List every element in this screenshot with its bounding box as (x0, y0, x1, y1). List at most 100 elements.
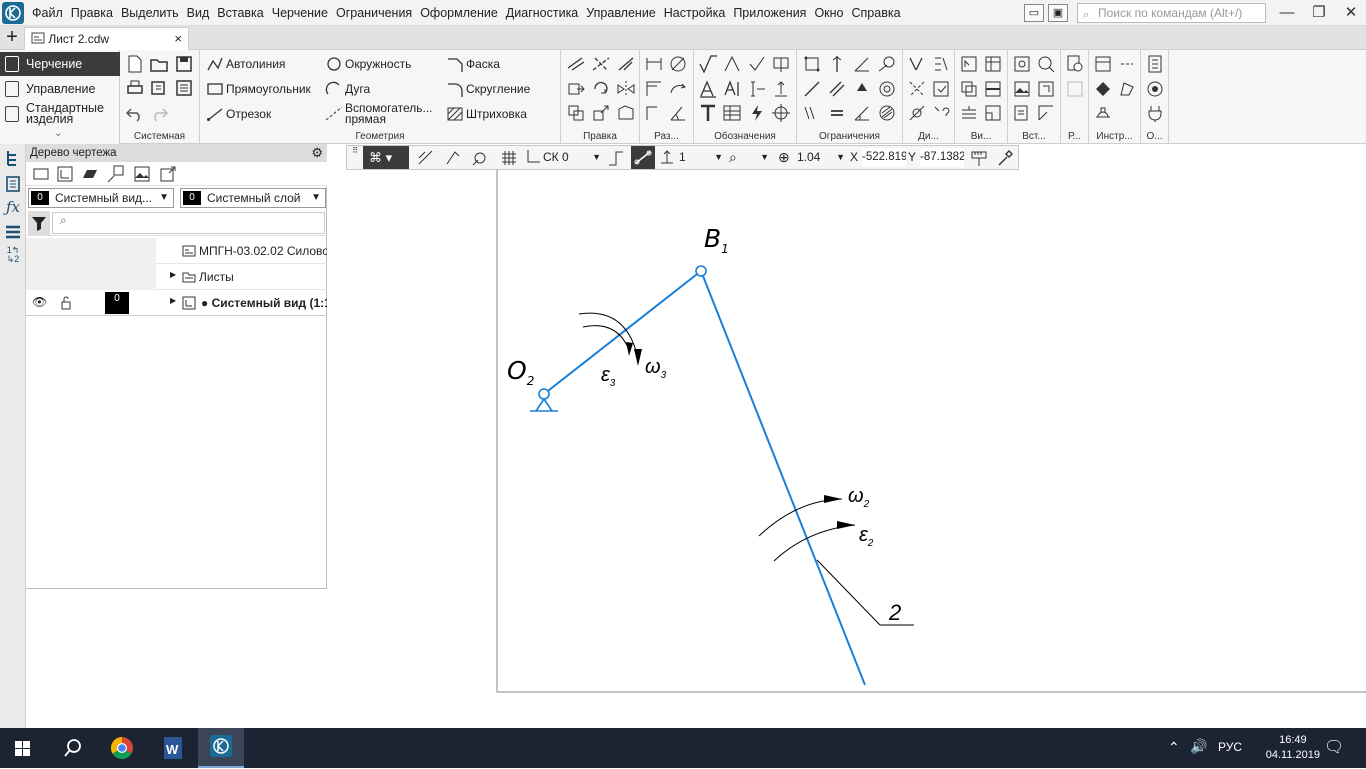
input-language[interactable]: РУС (1218, 740, 1242, 754)
save-icon[interactable] (173, 53, 195, 75)
menu-drawing[interactable]: Черчение (268, 0, 332, 26)
x-coordinate-field[interactable]: -522.819 (862, 148, 906, 167)
target-icon[interactable] (1144, 78, 1166, 100)
deform-icon[interactable] (615, 102, 637, 124)
tree-row-system-view[interactable]: 👁 0 ▶ ● Системный вид (1:1 (26, 290, 327, 316)
tolerance-icon[interactable] (770, 53, 792, 75)
view-arrow-icon[interactable] (770, 78, 792, 100)
mode-drawing[interactable]: Черчение (0, 52, 120, 76)
document-tab[interactable]: Лист 2.cdw × (24, 27, 189, 50)
undo-icon[interactable] (124, 102, 146, 124)
view-layout-icon[interactable] (982, 53, 1004, 75)
mode-management[interactable]: Управление (0, 77, 120, 101)
tool-line-icon[interactable] (1116, 53, 1138, 75)
tree-row-document[interactable]: МПГН-03.02.02 Силово (26, 238, 327, 264)
point-on-curve-icon[interactable] (801, 102, 823, 124)
parallel-icon[interactable] (826, 78, 848, 100)
grid-icon[interactable] (498, 147, 520, 169)
menu-insert[interactable]: Вставка (213, 0, 267, 26)
height-mark-icon[interactable] (643, 102, 665, 124)
zoom-level-select[interactable]: ⊕ 1.04 ▼ (775, 146, 845, 169)
variables-fx-icon[interactable]: ƒx (3, 198, 23, 218)
text-icon[interactable] (697, 102, 719, 124)
tree-image-icon[interactable] (131, 163, 153, 185)
menu-file[interactable]: Файл (28, 0, 67, 26)
layers-list-icon[interactable] (3, 222, 23, 242)
new-tab-button[interactable]: + (0, 26, 24, 50)
segment-button[interactable]: Отрезок (206, 103, 271, 125)
angle-dim-icon[interactable] (667, 102, 689, 124)
chamfer-button[interactable]: Фаска (446, 53, 500, 75)
properties-icon[interactable] (173, 77, 195, 99)
tool-fill-icon[interactable] (1092, 78, 1114, 100)
fillet-button[interactable]: Скругление (446, 78, 530, 100)
vertical-constraint-icon[interactable] (826, 53, 848, 75)
base-icon[interactable] (721, 53, 743, 75)
insert-file-icon[interactable] (1035, 78, 1057, 100)
layer-select[interactable]: 0 Системный слой ▼ (180, 188, 326, 208)
check-icon[interactable] (906, 53, 928, 75)
expand-arrow-icon[interactable]: ▶ (170, 296, 176, 305)
drawing-canvas[interactable]: B1 O2 ε3 ω3 ω2 ε2 2 (327, 144, 1366, 728)
text-a-icon[interactable] (697, 78, 719, 100)
properties-panel-icon[interactable] (3, 174, 23, 194)
toolbar-grip-icon[interactable]: ⠿ (347, 146, 363, 169)
layers-icon[interactable] (958, 102, 980, 124)
word-icon[interactable]: W (150, 732, 194, 764)
link-o2-b1[interactable] (543, 270, 702, 395)
expand-arrow-icon[interactable]: ▶ (170, 270, 176, 279)
plug-icon[interactable] (1144, 102, 1166, 124)
lightning-icon[interactable] (746, 102, 768, 124)
fix-point-icon[interactable] (801, 53, 823, 75)
command-search-input[interactable]: ⌕ Поиск по командам (Alt+/) (1077, 3, 1266, 23)
snap-magnet-button[interactable]: ⌘ ▾ (363, 146, 409, 169)
round-snap-icon[interactable] (415, 147, 437, 169)
rotate-icon[interactable] (590, 78, 612, 100)
tool-panel-icon[interactable] (1092, 53, 1114, 75)
circle-button[interactable]: Окружность (325, 53, 411, 75)
tree-row-sheets[interactable]: ▶ Листы (26, 264, 327, 290)
link-2[interactable] (700, 270, 866, 686)
insert-link-icon[interactable] (1035, 102, 1057, 124)
roughness-icon[interactable] (697, 53, 719, 75)
close-window-button[interactable]: ✕ (1336, 2, 1366, 24)
ruler-icon[interactable] (968, 147, 990, 169)
menu-view[interactable]: Вид (183, 0, 214, 26)
tree-settings-gear-icon[interactable]: ⚙ (311, 144, 323, 162)
coordinate-system-select[interactable]: СК 0 ▼ (523, 146, 601, 169)
detail-view-icon[interactable] (982, 102, 1004, 124)
joint-b1[interactable] (695, 265, 707, 277)
layout-icon[interactable]: ▭ (1024, 4, 1044, 22)
concentric-icon[interactable] (876, 78, 898, 100)
tray-expand-icon[interactable]: ⌃ (1168, 739, 1180, 756)
notifications-icon[interactable]: 🗨 (1324, 737, 1344, 757)
insert-image-icon[interactable] (1011, 78, 1033, 100)
radial-dim-icon[interactable] (643, 78, 665, 100)
equal-icon[interactable] (826, 102, 848, 124)
question-icon[interactable] (930, 102, 952, 124)
close-tab-icon[interactable]: × (174, 28, 182, 50)
angle-constraint-icon[interactable] (851, 53, 873, 75)
panel-icon[interactable]: ▣ (1048, 4, 1068, 22)
eyedropper-icon[interactable] (994, 147, 1016, 169)
perpendicular-icon[interactable] (851, 102, 873, 124)
snap-point-icon[interactable] (469, 147, 491, 169)
new-document-icon[interactable] (124, 53, 146, 75)
visibility-eye-icon[interactable]: 👁 (32, 295, 47, 309)
cut-line-icon[interactable] (746, 78, 768, 100)
chrome-icon[interactable] (100, 732, 144, 764)
tool-shape-icon[interactable] (1116, 78, 1138, 100)
menu-constraints[interactable]: Ограничения (332, 0, 416, 26)
y-coordinate-field[interactable]: -87.1382 (920, 148, 964, 167)
numbering-icon[interactable]: 1↰ ↳2 (3, 246, 23, 266)
menu-settings[interactable]: Настройка (660, 0, 730, 26)
measure-icon[interactable] (906, 102, 928, 124)
view-select[interactable]: 0 Системный вид... ▼ (28, 188, 174, 208)
node-check-icon[interactable] (930, 78, 952, 100)
filter-funnel-icon[interactable] (28, 211, 50, 235)
break-icon[interactable] (590, 53, 612, 75)
parametric-mode-button[interactable] (631, 146, 655, 169)
scale-icon[interactable] (590, 102, 612, 124)
spec-icon[interactable] (1144, 53, 1166, 75)
tree-filter-objects-icon[interactable] (105, 163, 127, 185)
